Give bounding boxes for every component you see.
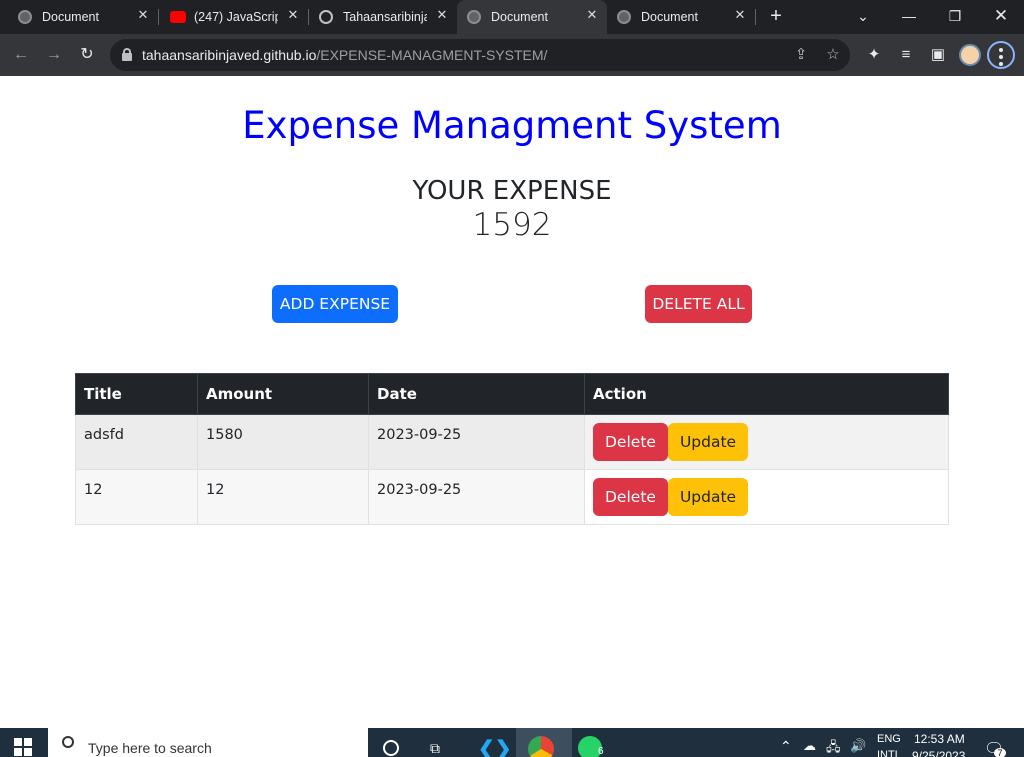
close-tab-icon[interactable]: ✕: [136, 8, 150, 22]
close-tab-icon[interactable]: ✕: [585, 8, 599, 22]
tab-title: Document: [42, 10, 99, 24]
search-icon: [62, 736, 74, 748]
header-title: Title: [75, 373, 198, 415]
delete-row-button[interactable]: Delete: [593, 423, 668, 461]
delete-all-button[interactable]: DELETE ALL: [645, 285, 752, 323]
windows-taskbar: Type here to search ⧉ ❮❯ 6 ⌃ ☁ 🖧 🔊 ENG I…: [0, 728, 1024, 757]
chrome-icon[interactable]: [528, 736, 554, 757]
forward-icon[interactable]: →: [43, 44, 65, 66]
add-expense-button[interactable]: ADD EXPENSE: [272, 285, 398, 323]
cell-title: adsfd: [75, 414, 198, 470]
page-title: Expense Managment System: [242, 104, 782, 147]
notification-count: 7: [994, 748, 1006, 757]
cell-action: Delete Update: [584, 469, 949, 525]
github-icon: [319, 10, 333, 24]
expense-table: Title Amount Date Action adsfd 1580 2023…: [75, 373, 949, 525]
whatsapp-badge: 6: [598, 746, 604, 757]
tab-title: (247) JavaScript: [194, 10, 278, 24]
media-queue-icon[interactable]: ≡: [896, 45, 916, 65]
network-icon[interactable]: 🖧: [826, 738, 841, 757]
side-panel-icon[interactable]: ▣: [928, 45, 948, 65]
update-row-button[interactable]: Update: [667, 423, 749, 461]
header-action: Action: [584, 373, 949, 415]
table-row: adsfd 1580 2023-09-25 Delete Update: [75, 414, 949, 470]
language-indicator[interactable]: ENG: [877, 733, 901, 745]
delete-row-button[interactable]: Delete: [593, 478, 668, 516]
close-tab-icon[interactable]: ✕: [733, 8, 747, 22]
task-view-icon[interactable]: ⧉: [430, 740, 452, 757]
tray-chevron-icon[interactable]: ⌃: [780, 738, 792, 755]
globe-icon: [18, 10, 32, 24]
reload-icon[interactable]: ↻: [76, 44, 98, 66]
globe-icon: [617, 10, 631, 24]
header-date: Date: [368, 373, 585, 415]
onedrive-icon[interactable]: ☁: [803, 738, 816, 754]
browser-tab[interactable]: Tahaansaribinja ✕: [309, 0, 457, 34]
update-row-button[interactable]: Update: [667, 478, 749, 516]
cell-amount: 12: [197, 469, 369, 525]
page-content: Expense Managment System YOUR EXPENSE 15…: [0, 76, 1024, 728]
tab-search-icon[interactable]: ⌄: [848, 4, 878, 28]
tab-title: Document: [491, 10, 548, 24]
browser-toolbar: ← → ↻ tahaansaribinjaved.github.io/EXPEN…: [0, 34, 1024, 76]
taskbar-search[interactable]: Type here to search: [48, 728, 368, 757]
windows-start-icon[interactable]: [14, 738, 32, 756]
vscode-icon[interactable]: ❮❯: [478, 736, 512, 757]
extensions-icon[interactable]: ✦: [864, 45, 884, 65]
expense-total: 1592: [472, 207, 552, 243]
cell-date: 2023-09-25: [368, 469, 585, 525]
browser-menu-icon[interactable]: [987, 41, 1015, 69]
browser-tab[interactable]: Document ✕: [607, 0, 755, 34]
browser-tab[interactable]: Document ✕: [8, 0, 158, 34]
browser-tab[interactable]: (247) JavaScript ✕: [160, 0, 308, 34]
close-window-icon[interactable]: ✕: [986, 4, 1016, 28]
close-tab-icon[interactable]: ✕: [435, 8, 449, 22]
globe-icon: [467, 10, 481, 24]
minimize-icon[interactable]: —: [894, 4, 924, 28]
close-tab-icon[interactable]: ✕: [286, 8, 300, 22]
bookmark-star-icon[interactable]: ☆: [824, 46, 842, 64]
cell-action: Delete Update: [584, 414, 949, 470]
share-icon[interactable]: ⇪: [792, 46, 810, 64]
browser-tab-bar: Document ✕ (247) JavaScript ✕ Tahaansari…: [0, 0, 1024, 34]
clock-time[interactable]: 12:53 AM: [914, 732, 965, 746]
table-header-row: Title Amount Date Action: [75, 373, 949, 415]
cell-date: 2023-09-25: [368, 414, 585, 470]
cell-title: 12: [75, 469, 198, 525]
url-text[interactable]: tahaansaribinjaved.github.io/EXPENSE-MAN…: [142, 47, 547, 63]
table-row: 12 12 2023-09-25 Delete Update: [75, 469, 949, 525]
cortana-icon[interactable]: [383, 740, 399, 756]
language-sub: INTL: [877, 749, 901, 757]
browser-tab-active[interactable]: Document ✕: [457, 0, 607, 34]
volume-icon[interactable]: 🔊: [850, 738, 866, 754]
cell-amount: 1580: [197, 414, 369, 470]
profile-avatar[interactable]: [959, 44, 981, 66]
lock-icon: [122, 48, 132, 61]
address-bar[interactable]: tahaansaribinjaved.github.io/EXPENSE-MAN…: [110, 39, 850, 71]
header-amount: Amount: [197, 373, 369, 415]
expense-label: YOUR EXPENSE: [412, 176, 612, 206]
search-placeholder: Type here to search: [88, 740, 212, 756]
clock-date[interactable]: 9/25/2023: [912, 749, 965, 757]
new-tab-button[interactable]: +: [765, 6, 787, 28]
tab-title: Document: [641, 10, 698, 24]
restore-icon[interactable]: ❐: [940, 4, 970, 28]
back-icon[interactable]: ←: [10, 44, 32, 66]
tab-title: Tahaansaribinja: [343, 10, 427, 24]
youtube-icon: [170, 11, 186, 23]
